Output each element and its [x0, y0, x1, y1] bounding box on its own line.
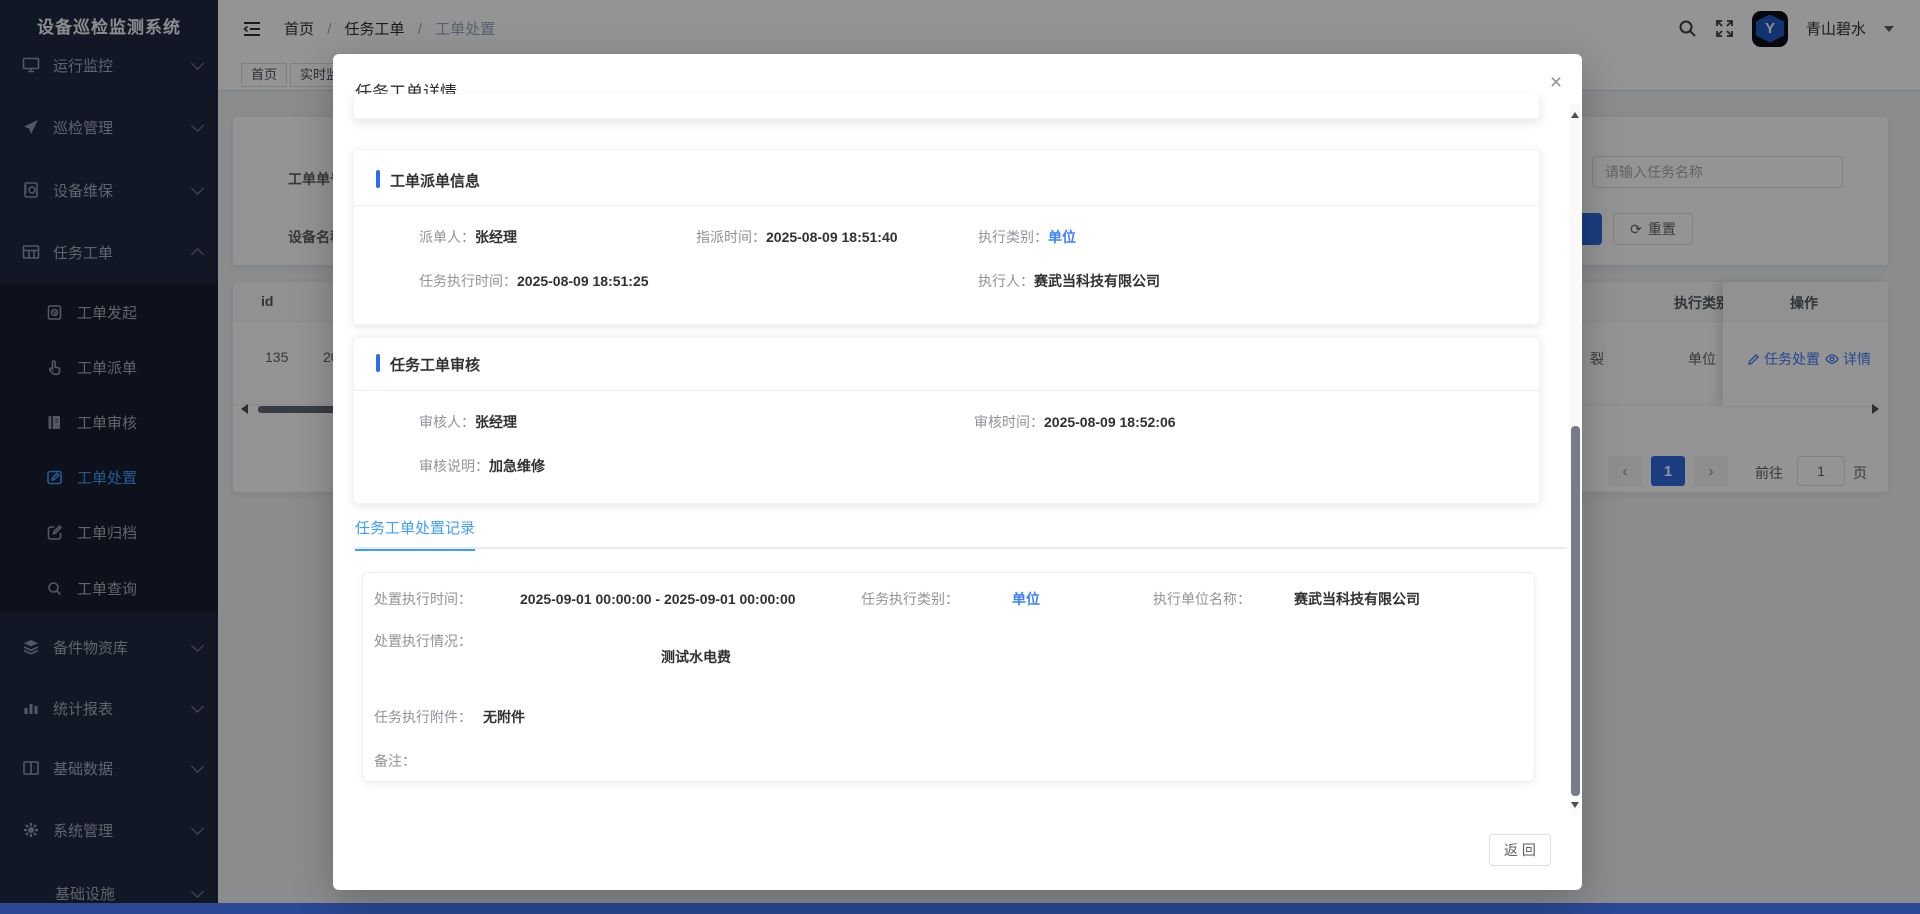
field-audit-time: 审核时间： 2025-08-09 18:52:06 — [974, 412, 1176, 432]
field-value: 张经理 — [475, 412, 517, 432]
field-exec-type: 执行类别： 单位 — [978, 227, 1076, 247]
field-label: 执行类别： — [978, 227, 1048, 247]
record-time-label: 处置执行时间： — [374, 589, 472, 609]
field-label: 执行人： — [978, 271, 1034, 291]
dispatch-info-card: 工单派单信息 派单人： 张经理 指派时间： 2025-08-09 18:51:4… — [353, 149, 1540, 325]
field-auditor: 审核人： 张经理 — [419, 412, 517, 432]
record-unit-label: 执行单位名称： — [1153, 589, 1251, 609]
audit-card: 任务工单审核 审核人： 张经理 审核时间： 2025-08-09 18:52:0… — [353, 337, 1540, 504]
record-type-label: 任务执行类别： — [861, 589, 959, 609]
field-value: 赛武当科技有限公司 — [1034, 271, 1160, 291]
back-button[interactable]: 返 回 — [1489, 834, 1551, 866]
section-divider — [354, 205, 1539, 206]
scroll-down-arrow[interactable] — [1571, 802, 1579, 808]
section-accent-bar — [376, 354, 380, 372]
tab-dispose-records[interactable]: 任务工单处置记录 — [355, 517, 475, 551]
field-value: 加急维修 — [489, 456, 545, 476]
field-label: 审核说明： — [419, 456, 489, 476]
section-accent-bar — [376, 170, 380, 188]
record-situation-label: 处置执行情况： — [374, 631, 472, 651]
record-time-value: 2025-09-01 00:00:00 - 2025-09-01 00:00:0… — [520, 589, 796, 609]
scrolled-card-fragment — [353, 94, 1540, 119]
app-root: 设备巡检监测系统 运行监控 巡检管理 设备维保 任务工单 工单发起 — [0, 0, 1920, 914]
section-divider — [354, 390, 1539, 391]
dispose-record-card: 处置执行时间： 2025-09-01 00:00:00 - 2025-09-01… — [362, 572, 1535, 782]
field-label: 派单人： — [419, 227, 475, 247]
section-title: 任务工单审核 — [390, 354, 480, 375]
field-assign-time: 指派时间： 2025-08-09 18:51:40 — [696, 227, 898, 247]
field-value: 2025-08-09 18:51:25 — [517, 271, 649, 291]
modal-scrollbar-thumb[interactable] — [1571, 426, 1580, 796]
field-label: 任务执行时间： — [419, 271, 517, 291]
record-situation-value: 测试水电费 — [661, 647, 731, 667]
scroll-up-arrow[interactable] — [1571, 112, 1579, 118]
field-label: 指派时间： — [696, 227, 766, 247]
field-value: 2025-08-09 18:52:06 — [1044, 412, 1176, 432]
field-audit-note: 审核说明： 加急维修 — [419, 456, 545, 476]
section-title: 工单派单信息 — [390, 170, 480, 191]
field-exec-time: 任务执行时间： 2025-08-09 18:51:25 — [419, 271, 649, 291]
tabs-bottom-line — [353, 547, 1567, 549]
record-attachment-value: 无附件 — [483, 707, 525, 727]
field-label: 审核人： — [419, 412, 475, 432]
field-label: 审核时间： — [974, 412, 1044, 432]
exec-type-link[interactable]: 单位 — [1048, 227, 1076, 247]
close-icon[interactable]: × — [1541, 68, 1571, 98]
record-unit-value: 赛武当科技有限公司 — [1294, 589, 1420, 609]
record-attachment-label: 任务执行附件： — [374, 707, 472, 727]
record-type-link[interactable]: 单位 — [1012, 589, 1040, 609]
record-remark-label: 备注： — [374, 751, 416, 771]
workorder-detail-dialog: 任务工单详情 × 工单派单信息 派单人： 张经理 指派时间： 2025-08-0… — [333, 54, 1582, 890]
field-executor: 执行人： 赛武当科技有限公司 — [978, 271, 1160, 291]
field-value: 2025-08-09 18:51:40 — [766, 227, 898, 247]
field-value: 张经理 — [475, 227, 517, 247]
field-dispatcher: 派单人： 张经理 — [419, 227, 517, 247]
